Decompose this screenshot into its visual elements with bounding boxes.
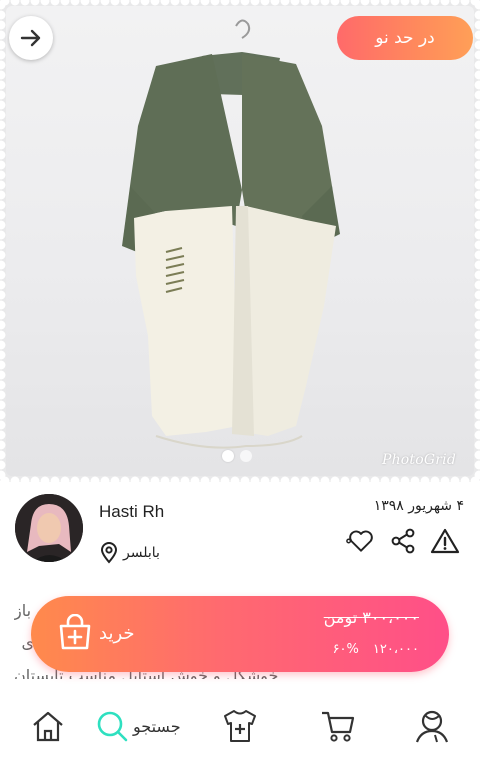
shopping-bag-icon [59,614,91,650]
share-button[interactable] [388,526,418,556]
nav-profile[interactable] [412,706,452,746]
like-button[interactable] [346,526,376,556]
bottom-navigation: جستجو [0,692,480,763]
buy-button[interactable]: خرید [57,614,135,652]
nav-search[interactable]: جستجو [95,706,181,746]
back-button[interactable] [9,16,53,60]
post-actions [346,526,460,556]
discount-row: ۱۲۰،۰۰۰ ۶۰% [333,642,419,657]
seller-section: Hasti Rh بابلسر ۴ شهریور ۱۳۹۸ [0,482,480,578]
profile-icon [415,710,449,743]
seller-name[interactable]: Hasti Rh [99,502,164,522]
buy-bar[interactable]: خرید ۳۰۰،۰۰۰ تومن ۱۲۰،۰۰۰ ۶۰% [31,596,449,672]
report-button[interactable] [430,526,460,556]
home-icon [33,711,63,742]
location: بابلسر [99,542,160,564]
discount-percent: ۶۰% [332,642,359,657]
location-pin-icon [100,542,118,564]
buy-label: خرید [99,622,135,644]
condition-badge: در حد نو [337,16,473,60]
nav-home[interactable] [28,706,68,746]
product-gallery[interactable]: در حد نو PhotoGrid [0,0,480,482]
slide-dot[interactable] [240,450,252,462]
nav-cart[interactable] [318,706,358,746]
share-icon [391,528,415,554]
garment-image [122,19,340,449]
post-date: ۴ شهریور ۱۳۹۸ [373,498,464,514]
warning-icon [430,528,460,554]
photo-border [474,0,480,482]
original-price: ۳۰۰،۰۰۰ تومن [323,608,419,627]
avatar-image [15,494,83,562]
cart-icon [322,711,355,742]
watermark: PhotoGrid [381,452,456,468]
photo-border [0,0,480,6]
search-icon [97,711,128,742]
avatar[interactable] [15,494,83,562]
slide-indicator[interactable] [222,450,252,462]
arrow-right-icon [20,29,41,47]
discounted-price: ۱۲۰،۰۰۰ [372,642,419,657]
nav-search-label: جستجو [133,716,181,736]
slide-dot-active[interactable] [222,450,234,462]
photo-border [0,0,6,482]
nav-add-post[interactable] [220,706,260,746]
heart-icon [346,530,373,552]
city-label: بابلسر [123,545,160,561]
shirt-plus-icon [224,710,256,742]
product-photo [6,6,474,476]
